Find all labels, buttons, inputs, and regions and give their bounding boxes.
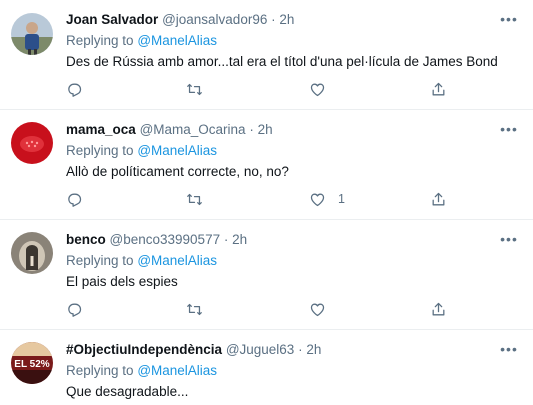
replying-to: Replying to @ManelAlias (66, 33, 217, 48)
avatar[interactable] (11, 13, 53, 55)
replying-to: Replying to @ManelAlias (66, 253, 217, 268)
retweet-button[interactable] (186, 190, 203, 208)
like-icon (310, 193, 325, 206)
tweet-header: #ObjectiuIndependència @Juguel63 · 2h (66, 342, 321, 357)
separator-dot: · (271, 12, 276, 27)
user-handle[interactable]: @benco33990577 (110, 232, 221, 247)
retweet-button[interactable] (186, 300, 203, 318)
mention-link[interactable]: @ManelAlias (137, 33, 217, 48)
like-button[interactable]: 1 (309, 190, 345, 208)
tweet-reply[interactable]: mama_oca @Mama_Ocarina · 2h ••• Replying… (0, 110, 533, 220)
retweet-button[interactable] (186, 80, 203, 98)
user-handle[interactable]: @joansalvador96 (162, 12, 267, 27)
mention-link[interactable]: @ManelAlias (137, 253, 217, 268)
like-icon (310, 303, 325, 316)
tweet-actions: 1 (66, 190, 446, 208)
reply-button[interactable] (66, 80, 83, 98)
share-button[interactable] (430, 300, 447, 318)
tweet-text: Que desagradable... (66, 384, 189, 399)
replying-to: Replying to @ManelAlias (66, 363, 217, 378)
avatar-logo-text: EL 52% (14, 359, 49, 370)
more-options-icon[interactable]: ••• (499, 12, 519, 28)
reply-icon (68, 193, 82, 207)
reply-button[interactable] (66, 190, 83, 208)
like-icon (310, 83, 325, 96)
tweet-actions (66, 300, 446, 318)
replying-to: Replying to @ManelAlias (66, 143, 217, 158)
share-icon (432, 82, 445, 95)
avatar[interactable]: EL 52% (11, 342, 53, 384)
timestamp[interactable]: 2h (258, 122, 273, 137)
more-options-icon[interactable]: ••• (499, 122, 519, 138)
mention-link[interactable]: @ManelAlias (137, 363, 217, 378)
avatar[interactable] (11, 122, 53, 164)
more-options-icon[interactable]: ••• (499, 232, 519, 248)
tweet-reply[interactable]: Joan Salvador @joansalvador96 · 2h ••• R… (0, 0, 533, 110)
tweet-header: mama_oca @Mama_Ocarina · 2h (66, 122, 273, 137)
tweet-header: Joan Salvador @joansalvador96 · 2h (66, 12, 294, 27)
avatar[interactable] (11, 232, 53, 274)
retweet-icon (187, 303, 202, 315)
share-button[interactable] (430, 190, 447, 208)
timestamp[interactable]: 2h (232, 232, 247, 247)
reply-button[interactable] (66, 300, 83, 318)
tweet-text: Des de Rússia amb amor...tal era el títo… (66, 54, 498, 69)
more-options-icon[interactable]: ••• (499, 342, 519, 358)
replying-to-label: Replying to (66, 253, 134, 268)
display-name[interactable]: benco (66, 232, 106, 247)
like-button[interactable] (309, 300, 338, 318)
tweet-reply[interactable]: benco @benco33990577 · 2h ••• Replying t… (0, 220, 533, 330)
tweet-actions (66, 80, 446, 98)
separator-dot: · (223, 232, 229, 247)
share-button[interactable] (430, 80, 447, 98)
retweet-icon (187, 193, 202, 205)
display-name[interactable]: #ObjectiuIndependència (66, 342, 222, 357)
timestamp[interactable]: 2h (306, 342, 321, 357)
user-handle[interactable]: @Mama_Ocarina (140, 122, 246, 137)
timestamp[interactable]: 2h (279, 12, 294, 27)
user-handle[interactable]: @Juguel63 (226, 342, 295, 357)
share-icon (432, 192, 445, 205)
display-name[interactable]: Joan Salvador (66, 12, 158, 27)
reply-icon (68, 303, 82, 317)
mention-link[interactable]: @ManelAlias (137, 143, 217, 158)
replying-to-label: Replying to (66, 363, 134, 378)
share-icon (432, 302, 445, 315)
replying-to-label: Replying to (66, 143, 134, 158)
display-name[interactable]: mama_oca (66, 122, 136, 137)
tweet-text: El pais dels espies (66, 274, 178, 289)
tweet-text: Allò de políticament correcte, no, no? (66, 164, 289, 179)
like-button[interactable] (309, 80, 338, 98)
separator-dot: · (298, 342, 303, 357)
reply-icon (68, 83, 82, 97)
separator-dot: · (249, 122, 254, 137)
replying-to-label: Replying to (66, 33, 134, 48)
like-count: 1 (338, 192, 345, 206)
tweet-header: benco @benco33990577 · 2h (66, 232, 247, 247)
tweet-reply[interactable]: EL 52% #ObjectiuIndependència @Juguel63 … (0, 330, 533, 405)
retweet-icon (187, 83, 202, 95)
